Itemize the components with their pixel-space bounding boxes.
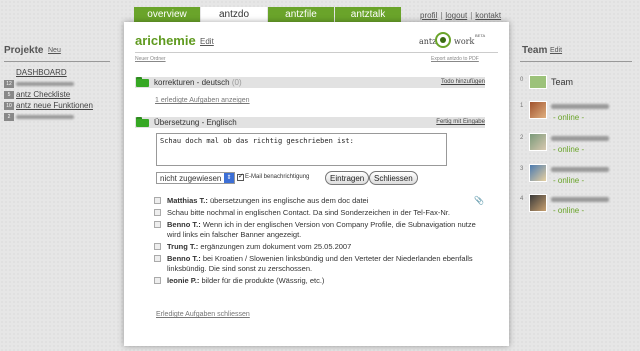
project-list: DASHBOARD 12 5 antz Checkliste 10 antz neu… <box>4 68 110 123</box>
header-divider <box>135 52 498 53</box>
new-task-input[interactable]: Schau doch mal ob das richtig geschriebe… <box>156 133 447 166</box>
team-title: Team <box>522 45 548 56</box>
project-title: arichemie <box>135 33 196 48</box>
chevron-down-icon: ⇕ <box>224 173 234 183</box>
sidebar-divider <box>4 61 110 62</box>
project-label: DASHBOARD <box>16 68 67 77</box>
logout-link[interactable]: logout <box>445 11 467 20</box>
list-item: Schau bitte nochmal in englischen Contac… <box>154 208 490 218</box>
new-project-link[interactable]: Neu <box>48 47 61 54</box>
finish-input-link[interactable]: Fertig mit Eingabe <box>436 119 485 125</box>
team-group-icon <box>529 75 547 89</box>
close-form-button[interactable]: Schliessen <box>369 171 418 185</box>
team-member[interactable]: 4 - online - <box>520 194 632 222</box>
list-item: Trung T.: ergänzungen zum dokument vom 2… <box>154 242 490 252</box>
online-status: - online - <box>553 145 585 154</box>
antzwork-logo: antz work BETA <box>419 32 486 48</box>
project-label: antz neue Funktionen <box>16 101 93 110</box>
blurred-member-name <box>551 104 609 109</box>
blurred-project-name <box>16 81 74 86</box>
task-count-badge: 10 <box>4 102 14 110</box>
tab-antzfile[interactable]: antzfile <box>268 7 334 22</box>
new-folder-link[interactable]: Neuer Ordner <box>135 56 166 62</box>
blurred-member-name <box>551 197 609 202</box>
task-list: Matthias T.: übersetzungen ins englische… <box>154 196 490 288</box>
assignee-select[interactable]: nicht zugewiesen ⇕ <box>156 172 235 184</box>
list-item: Benno T.: bei Kroatien / Slowenien links… <box>154 254 490 274</box>
logo-ring-icon <box>435 32 451 48</box>
tab-antztalk[interactable]: antztalk <box>335 7 401 22</box>
main-tabs: overview antzdo antzfile antztalk <box>134 7 402 22</box>
hide-done-tasks-link[interactable]: Erledigte Aufgaben schliessen <box>156 311 250 318</box>
email-notify-checkbox[interactable] <box>237 172 244 181</box>
avatar <box>529 164 547 182</box>
project-item-antz-checkliste[interactable]: 5 antz Checkliste <box>4 90 110 101</box>
online-status: - online - <box>553 206 585 215</box>
online-status: - online - <box>553 113 585 122</box>
group-title: korrekturen - deutsch (0) <box>154 78 242 87</box>
avatar <box>529 133 547 151</box>
avatar <box>529 101 547 119</box>
project-item[interactable]: 12 <box>4 79 110 90</box>
online-status: - online - <box>553 176 585 185</box>
edit-project-link[interactable]: Edit <box>200 37 214 46</box>
blurred-project-name <box>16 114 74 119</box>
task-checkbox[interactable] <box>154 221 161 228</box>
submit-task-button[interactable]: Eintragen <box>325 171 370 185</box>
main-panel: arichemie Edit antz work BETA Neuer Ordn… <box>124 22 509 346</box>
team-member[interactable]: 1 - online - <box>520 101 632 129</box>
task-checkbox[interactable] <box>154 209 161 216</box>
task-count-badge: 12 <box>4 80 14 88</box>
task-count-badge: 5 <box>4 91 14 99</box>
list-item: leonie P.: bilder für die produkte (Wäss… <box>154 276 490 286</box>
todo-group-korrekturen: korrekturen - deutsch (0) Todo hinzufüge… <box>135 77 485 88</box>
team-divider <box>520 61 632 62</box>
project-item-antz-neue-funktionen[interactable]: 10 antz neue Funktionen <box>4 101 110 112</box>
top-links: profil | logout | kontakt <box>420 11 502 20</box>
folder-icon <box>136 77 149 87</box>
list-item: Benno T.: Wenn ich in der englischen Ver… <box>154 220 490 240</box>
project-label: antz Checkliste <box>16 90 71 99</box>
list-item: Matthias T.: übersetzungen ins englische… <box>154 196 490 206</box>
blurred-member-name <box>551 167 609 172</box>
task-checkbox[interactable] <box>154 243 161 250</box>
show-done-tasks-link[interactable]: 1 erledigte Aufgaben anzeigen <box>155 97 250 104</box>
avatar <box>529 194 547 212</box>
edit-team-link[interactable]: Edit <box>550 47 562 54</box>
blurred-member-name <box>551 136 609 141</box>
group-title: Übersetzung - Englisch <box>154 118 237 127</box>
export-pdf-link[interactable]: Export antzdo to PDF <box>431 56 479 62</box>
folder-icon <box>136 117 149 127</box>
todo-group-uebersetzung: Übersetzung - Englisch Fertig mit Eingab… <box>135 117 485 128</box>
task-checkbox[interactable] <box>154 197 161 204</box>
project-item-dashboard[interactable]: DASHBOARD <box>4 68 110 79</box>
task-count-badge: 2 <box>4 113 14 121</box>
beta-badge: BETA <box>475 33 486 38</box>
task-checkbox[interactable] <box>154 277 161 284</box>
paperclip-icon[interactable]: 📎 <box>474 196 484 205</box>
tab-antzdo[interactable]: antzdo <box>201 7 267 22</box>
email-notify-label: E-Mail benachrichtigung <box>245 174 310 180</box>
profil-link[interactable]: profil <box>420 11 437 20</box>
team-member[interactable]: 3 - online - <box>520 164 632 192</box>
team-member[interactable]: 2 - online - <box>520 133 632 161</box>
kontakt-link[interactable]: kontakt <box>475 11 501 20</box>
tab-overview[interactable]: overview <box>134 7 200 22</box>
add-todo-link[interactable]: Todo hinzufügen <box>441 79 485 85</box>
task-checkbox[interactable] <box>154 255 161 262</box>
projects-title: Projekte <box>4 45 44 56</box>
project-item[interactable]: 2 <box>4 112 110 123</box>
